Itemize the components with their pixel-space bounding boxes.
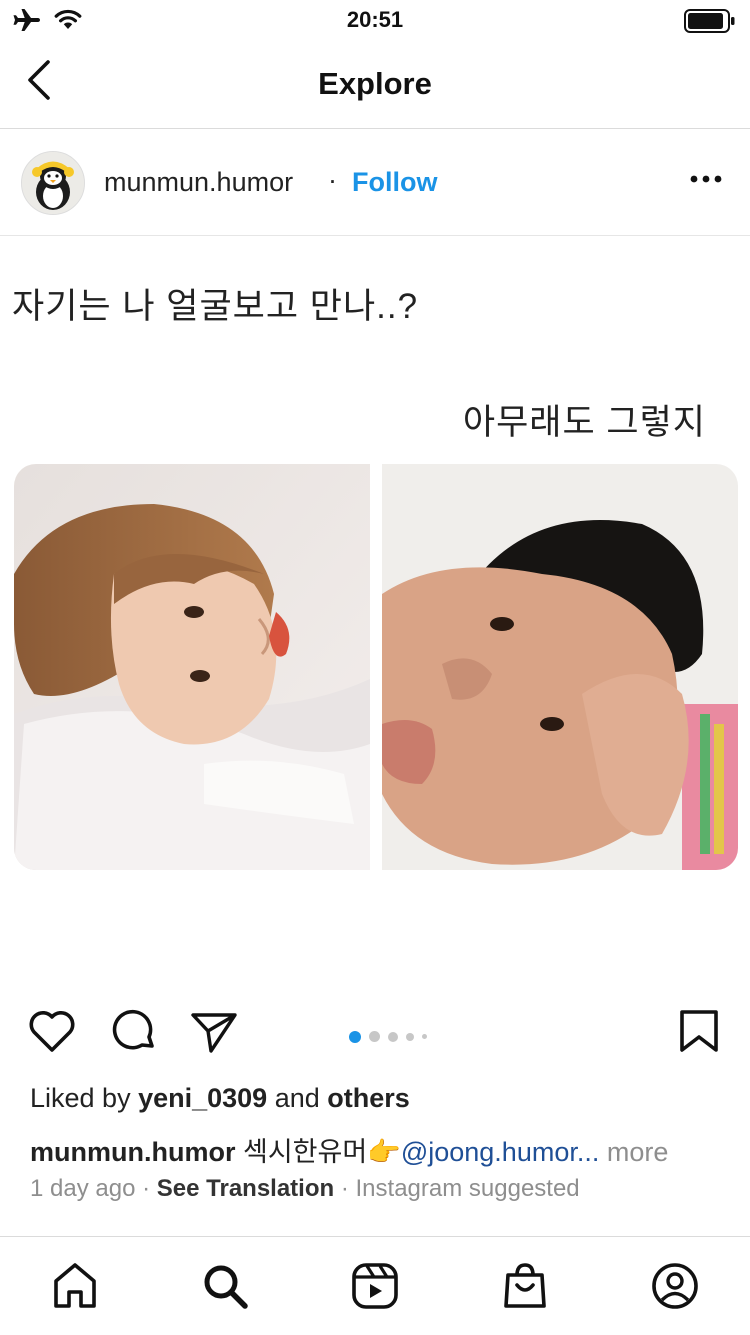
reels-icon[interactable] — [350, 1261, 400, 1311]
meta-separator: · — [340, 1175, 349, 1202]
carousel-dot — [422, 1034, 427, 1040]
photo-right-image — [382, 464, 738, 870]
likes-summary: Liked by yeni_0309 and others — [30, 1083, 410, 1114]
post-actions — [0, 1006, 750, 1066]
carousel-indicator — [349, 1028, 435, 1046]
photo-right — [382, 464, 738, 870]
liked-user-link[interactable]: yeni_0309 — [138, 1083, 267, 1113]
caption-text: 섹시한유머👉 — [243, 1137, 401, 1167]
meta-separator: · — [142, 1175, 151, 1202]
home-icon[interactable] — [50, 1261, 100, 1311]
carousel-dot — [369, 1031, 380, 1043]
battery-icon — [684, 9, 735, 33]
photo-left-image — [14, 464, 370, 870]
avatar[interactable] — [21, 151, 85, 215]
follow-button[interactable]: Follow — [352, 167, 437, 198]
heart-icon[interactable] — [27, 1006, 77, 1056]
liked-others-link[interactable]: others — [327, 1083, 410, 1113]
separator-dot: · — [328, 165, 337, 195]
suggested-label: Instagram suggested — [355, 1175, 580, 1202]
penguin-avatar-image — [22, 152, 84, 214]
page-title: Explore — [318, 66, 432, 101]
shop-icon[interactable] — [500, 1261, 550, 1311]
post-image[interactable]: 자기는 나 얼굴보고 만나..? 아무래도 그렇지 — [0, 236, 750, 996]
image-text-question: 자기는 나 얼굴보고 만나..? — [12, 287, 419, 326]
caption-username[interactable]: munmun.humor — [30, 1137, 235, 1167]
see-translation-link[interactable]: See Translation — [157, 1175, 334, 1202]
caption-mention[interactable]: @joong.humor... — [401, 1137, 600, 1167]
status-bar: 20:51 — [0, 0, 750, 40]
top-navigation: Explore — [0, 40, 750, 129]
post-caption: munmun.humor 섹시한유머👉@joong.humor... more — [30, 1130, 668, 1169]
carousel-dot — [388, 1031, 398, 1042]
carousel-dot — [406, 1032, 414, 1041]
post-meta: 1 day ago · See Translation · Instagram … — [30, 1175, 580, 1203]
search-icon[interactable] — [200, 1261, 250, 1311]
image-text-reply: 아무래도 그렇지 — [462, 403, 706, 442]
send-icon[interactable] — [189, 1006, 239, 1056]
more-horizontal-icon[interactable] — [688, 173, 724, 185]
bottom-tab-bar — [0, 1236, 750, 1335]
bookmark-icon[interactable] — [674, 1006, 724, 1056]
liked-prefix: Liked by — [30, 1083, 131, 1113]
comment-icon[interactable] — [108, 1006, 158, 1056]
carousel-dot-active — [349, 1030, 361, 1043]
photo-left — [14, 464, 370, 870]
status-time: 20:51 — [346, 7, 404, 32]
post-username[interactable]: munmun.humor — [104, 167, 293, 198]
liked-and: and — [274, 1083, 320, 1113]
caption-more-link[interactable]: more — [607, 1137, 669, 1167]
profile-icon[interactable] — [650, 1261, 700, 1311]
post-time: 1 day ago — [30, 1175, 136, 1202]
post-header: munmun.humor · Follow — [0, 129, 750, 236]
